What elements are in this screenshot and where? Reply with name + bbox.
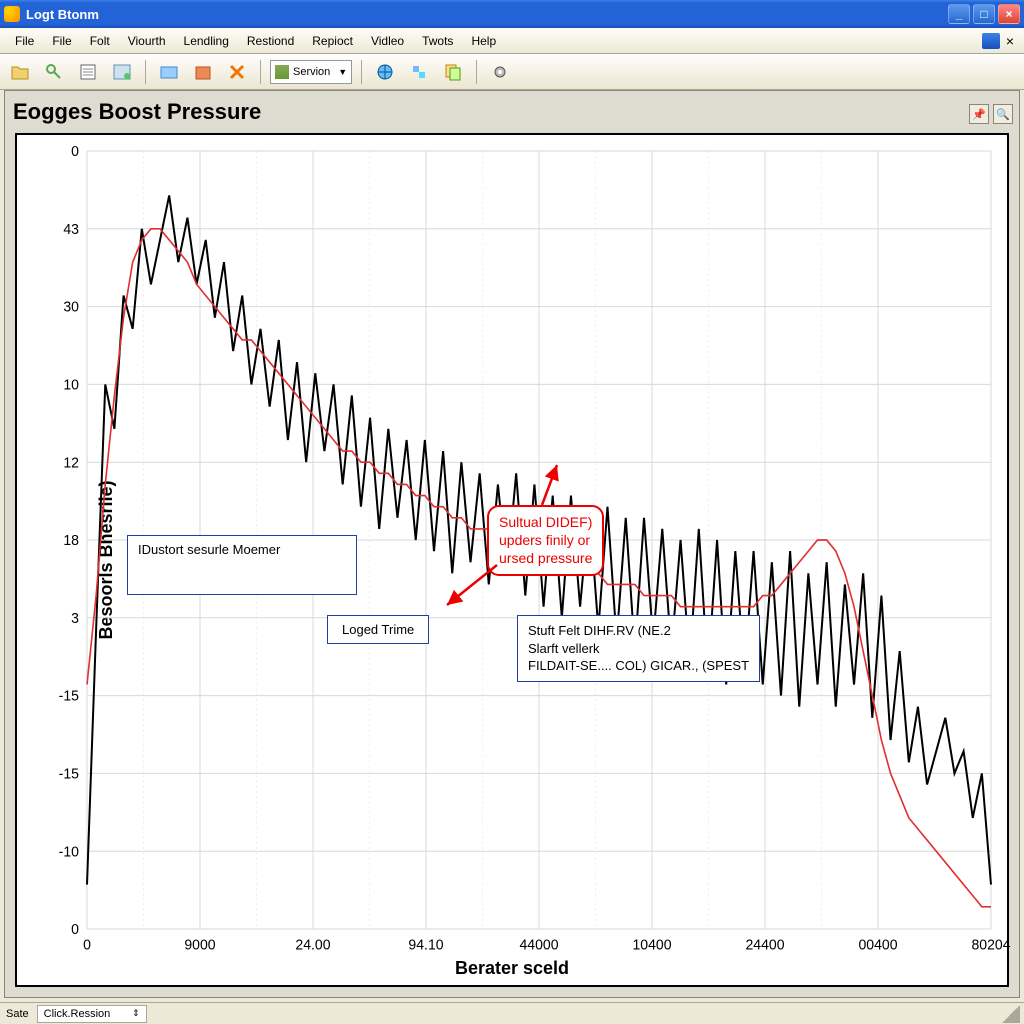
toolbar: Servion ▼ <box>0 54 1024 90</box>
svg-text:0: 0 <box>83 937 91 953</box>
svg-text:-15: -15 <box>59 766 79 782</box>
combo-label: Servion <box>293 66 330 78</box>
menu-bar: File File Folt Viourth Lendling Restiond… <box>0 28 1024 54</box>
svg-text:0: 0 <box>71 922 79 938</box>
menu-lendling[interactable]: Lendling <box>175 31 238 51</box>
copy-icon[interactable] <box>439 58 467 86</box>
menu-folt[interactable]: Folt <box>81 31 119 51</box>
resize-grip-icon[interactable] <box>1002 1005 1020 1023</box>
app-icon <box>4 6 20 22</box>
window-title: Logt Btonm <box>26 7 948 22</box>
close-button[interactable]: × <box>998 4 1020 24</box>
window-buttons: _ □ × <box>948 4 1020 24</box>
menu-viourth[interactable]: Viourth <box>119 31 175 51</box>
x-axis-label: Berater sceld <box>17 958 1007 979</box>
sheet-icon[interactable] <box>108 58 136 86</box>
svg-text:10: 10 <box>63 377 79 393</box>
plot-frame: Besoorls Bhesriie) Berater sceld 0900024… <box>15 133 1009 987</box>
svg-text:18: 18 <box>63 533 79 549</box>
svg-text:9000: 9000 <box>184 937 215 953</box>
chart-panel: Eogges Boost Pressure 📌 🔍 Besoorls Bhesr… <box>4 90 1020 998</box>
maximize-button[interactable]: □ <box>973 4 995 24</box>
svg-text:94.10: 94.10 <box>408 937 443 953</box>
box-orange-icon[interactable] <box>189 58 217 86</box>
status-field[interactable]: Click.Ression ⇕ <box>37 1005 147 1023</box>
svg-text:-15: -15 <box>59 689 79 705</box>
mdi-close-icon[interactable]: × <box>1002 33 1018 49</box>
status-bar: Sate Click.Ression ⇕ <box>0 1002 1024 1024</box>
service-combo[interactable]: Servion ▼ <box>270 60 352 84</box>
svg-text:24.00: 24.00 <box>295 937 330 953</box>
svg-text:-10: -10 <box>59 844 79 860</box>
pin-icon[interactable]: 📌 <box>969 104 989 124</box>
menu-twots[interactable]: Twots <box>413 31 462 51</box>
folder-blue-icon[interactable] <box>155 58 183 86</box>
svg-text:12: 12 <box>63 455 79 471</box>
annotation-callout[interactable]: Sultual DIDEF) upders finily or ursed pr… <box>487 505 604 576</box>
svg-text:43: 43 <box>63 222 79 238</box>
annotation-box-3[interactable]: Stuft Felt DIHF.RV (NE.2 Slarft vellerk … <box>517 615 760 682</box>
svg-text:30: 30 <box>63 300 79 316</box>
svg-text:44000: 44000 <box>519 937 558 953</box>
menu-vidleo[interactable]: Vidleo <box>362 31 413 51</box>
menu-restiond[interactable]: Restiond <box>238 31 303 51</box>
search-icon[interactable]: 🔍 <box>993 104 1013 124</box>
title-bar: Logt Btonm _ □ × <box>0 0 1024 28</box>
chevron-down-icon: ▼ <box>338 67 347 77</box>
chart-title: Eogges Boost Pressure <box>11 97 969 131</box>
puzzle-icon[interactable] <box>405 58 433 86</box>
menu-file-2[interactable]: File <box>43 31 80 51</box>
minimize-button[interactable]: _ <box>948 4 970 24</box>
menu-repioct[interactable]: Repioct <box>303 31 362 51</box>
mdi-restore-icon[interactable] <box>982 33 1000 49</box>
globe-icon[interactable] <box>371 58 399 86</box>
menu-help[interactable]: Help <box>462 31 505 51</box>
svg-text:00400: 00400 <box>858 937 897 953</box>
svg-text:10400: 10400 <box>632 937 671 953</box>
annotation-box-1[interactable]: IDustort sesurle Moemer <box>127 535 357 595</box>
svg-text:24400: 24400 <box>745 937 784 953</box>
annotation-box-2[interactable]: Loged Trime <box>327 615 429 644</box>
menu-file[interactable]: File <box>6 31 43 51</box>
combo-icon <box>275 65 289 79</box>
open-icon[interactable] <box>6 58 34 86</box>
status-left: Sate <box>0 1008 35 1020</box>
key-icon[interactable] <box>40 58 68 86</box>
svg-text:80204: 80204 <box>971 937 1010 953</box>
xmark-icon[interactable] <box>223 58 251 86</box>
form-icon[interactable] <box>74 58 102 86</box>
svg-text:3: 3 <box>71 611 79 627</box>
gear-icon[interactable] <box>486 58 514 86</box>
svg-text:0: 0 <box>71 144 79 160</box>
